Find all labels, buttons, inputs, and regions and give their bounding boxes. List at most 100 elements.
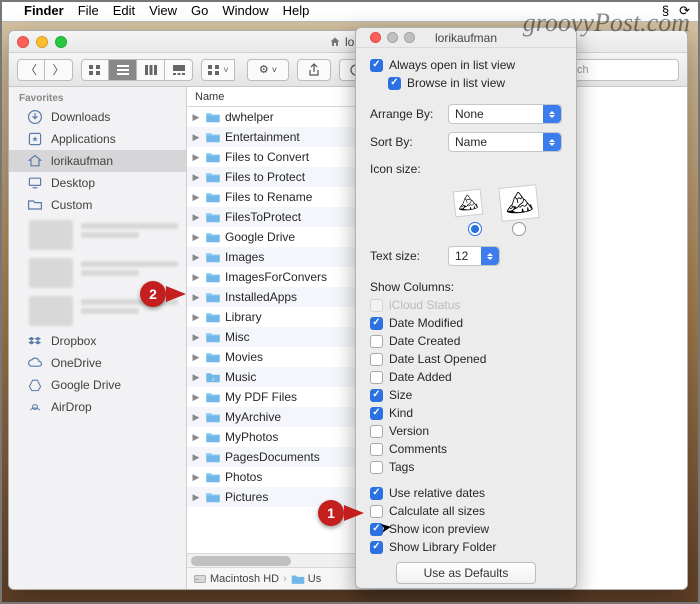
view-icons[interactable]	[81, 59, 109, 81]
action-button[interactable]: ⚙˅	[247, 59, 289, 81]
menu-edit[interactable]: Edit	[113, 3, 135, 18]
disclosure-triangle[interactable]: ▶	[191, 392, 201, 403]
zoom-button[interactable]	[404, 32, 415, 43]
horizontal-scrollbar[interactable]	[187, 553, 356, 567]
close-button[interactable]	[17, 36, 29, 48]
disclosure-triangle[interactable]: ▶	[191, 332, 201, 343]
name-header[interactable]: Name	[187, 87, 356, 107]
icon-size-small-radio[interactable]	[468, 222, 482, 236]
show-icon-preview-checkbox[interactable]: Show icon preview	[370, 520, 562, 538]
folder-icon	[27, 197, 43, 213]
close-button[interactable]	[370, 32, 381, 43]
file-row[interactable]: ▶Files to Convert	[187, 147, 356, 167]
path-segment[interactable]: Us	[291, 572, 321, 586]
file-row[interactable]: ▶Library	[187, 307, 356, 327]
disclosure-triangle[interactable]: ▶	[191, 132, 201, 143]
file-row[interactable]: ▶Photos	[187, 467, 356, 487]
sort-by-select[interactable]: Name	[448, 132, 562, 152]
calculate-all-sizes-checkbox[interactable]: Calculate all sizes	[370, 502, 562, 520]
column-date-created-checkbox[interactable]: Date Created	[370, 332, 562, 350]
minimize-button[interactable]	[36, 36, 48, 48]
menu-file[interactable]: File	[78, 3, 99, 18]
file-row[interactable]: ▶FilesToProtect	[187, 207, 356, 227]
svg-text:♪: ♪	[212, 377, 215, 383]
disclosure-triangle[interactable]: ▶	[191, 232, 201, 243]
file-row[interactable]: ▶Google Drive	[187, 227, 356, 247]
column-version-checkbox[interactable]: Version	[370, 422, 562, 440]
sidebar-item-google drive[interactable]: Google Drive	[9, 374, 186, 396]
sidebar-item-custom[interactable]: Custom	[9, 194, 186, 216]
file-row[interactable]: ▶InstalledApps	[187, 287, 356, 307]
minimize-button[interactable]	[387, 32, 398, 43]
share-button[interactable]	[297, 59, 331, 81]
use-relative-dates-checkbox[interactable]: Use relative dates	[370, 484, 562, 502]
file-row[interactable]: ▶PagesDocuments	[187, 447, 356, 467]
disclosure-triangle[interactable]: ▶	[191, 312, 201, 323]
disclosure-triangle[interactable]: ▶	[191, 372, 201, 383]
column-tags-checkbox[interactable]: Tags	[370, 458, 562, 476]
view-gallery[interactable]	[165, 59, 193, 81]
folder-icon	[205, 330, 221, 344]
disclosure-triangle[interactable]: ▶	[191, 112, 201, 123]
sidebar-item-airdrop[interactable]: AirDrop	[9, 396, 186, 418]
disclosure-triangle[interactable]: ▶	[191, 192, 201, 203]
sidebar-item-applications[interactable]: Applications	[9, 128, 186, 150]
sidebar-item-lorikaufman[interactable]: lorikaufman	[9, 150, 186, 172]
file-row[interactable]: ▶My PDF Files	[187, 387, 356, 407]
view-list[interactable]	[109, 59, 137, 81]
path-segment[interactable]: Macintosh HD	[193, 572, 279, 586]
column-kind-checkbox[interactable]: Kind	[370, 404, 562, 422]
column-date-added-checkbox[interactable]: Date Added	[370, 368, 562, 386]
browse-checkbox[interactable]: Browse in list view	[370, 74, 562, 92]
menu-help[interactable]: Help	[283, 3, 310, 18]
icon-size-large-radio[interactable]	[512, 222, 526, 236]
arrange-toggle[interactable]: ˅	[201, 59, 235, 81]
column-size-checkbox[interactable]: Size	[370, 386, 562, 404]
zoom-button[interactable]	[55, 36, 67, 48]
sidebar-item-dropbox[interactable]: Dropbox	[9, 330, 186, 352]
file-row[interactable]: ▶MyPhotos	[187, 427, 356, 447]
disclosure-triangle[interactable]: ▶	[191, 492, 201, 503]
menu-window[interactable]: Window	[222, 3, 268, 18]
forward-button[interactable]: 〉	[45, 59, 73, 81]
column-comments-checkbox[interactable]: Comments	[370, 440, 562, 458]
text-size-select[interactable]: 12	[448, 246, 500, 266]
menu-go[interactable]: Go	[191, 3, 208, 18]
view-toggle[interactable]	[81, 59, 193, 81]
disclosure-triangle[interactable]: ▶	[191, 292, 201, 303]
arrange-by-select[interactable]: None	[448, 104, 562, 124]
menubar-app[interactable]: Finder	[24, 3, 64, 18]
column-date-modified-checkbox[interactable]: Date Modified	[370, 314, 562, 332]
always-open-checkbox[interactable]: Always open in list view	[370, 56, 562, 74]
sidebar-item-desktop[interactable]: Desktop	[9, 172, 186, 194]
show-library-folder-checkbox[interactable]: Show Library Folder	[370, 538, 562, 556]
disclosure-triangle[interactable]: ▶	[191, 252, 201, 263]
disclosure-triangle[interactable]: ▶	[191, 272, 201, 283]
back-button[interactable]: 〈	[17, 59, 45, 81]
disclosure-triangle[interactable]: ▶	[191, 452, 201, 463]
file-row[interactable]: ▶MyArchive	[187, 407, 356, 427]
arrange-button[interactable]: ˅	[201, 59, 235, 81]
file-row[interactable]: ▶Misc	[187, 327, 356, 347]
file-row[interactable]: ▶♪Music	[187, 367, 356, 387]
disclosure-triangle[interactable]: ▶	[191, 152, 201, 163]
file-row[interactable]: ▶ImagesForConvers	[187, 267, 356, 287]
use-as-defaults-button[interactable]: Use as Defaults	[396, 562, 536, 584]
file-row[interactable]: ▶Images	[187, 247, 356, 267]
file-row[interactable]: ▶Files to Rename	[187, 187, 356, 207]
disclosure-triangle[interactable]: ▶	[191, 472, 201, 483]
disclosure-triangle[interactable]: ▶	[191, 412, 201, 423]
file-row[interactable]: ▶Movies	[187, 347, 356, 367]
disclosure-triangle[interactable]: ▶	[191, 432, 201, 443]
disclosure-triangle[interactable]: ▶	[191, 212, 201, 223]
view-columns[interactable]	[137, 59, 165, 81]
sidebar-item-downloads[interactable]: Downloads	[9, 106, 186, 128]
file-row[interactable]: ▶dwhelper	[187, 107, 356, 127]
column-date-last-opened-checkbox[interactable]: Date Last Opened	[370, 350, 562, 368]
file-row[interactable]: ▶Entertainment	[187, 127, 356, 147]
disclosure-triangle[interactable]: ▶	[191, 352, 201, 363]
file-row[interactable]: ▶Files to Protect	[187, 167, 356, 187]
sidebar-item-onedrive[interactable]: OneDrive	[9, 352, 186, 374]
menu-view[interactable]: View	[149, 3, 177, 18]
disclosure-triangle[interactable]: ▶	[191, 172, 201, 183]
